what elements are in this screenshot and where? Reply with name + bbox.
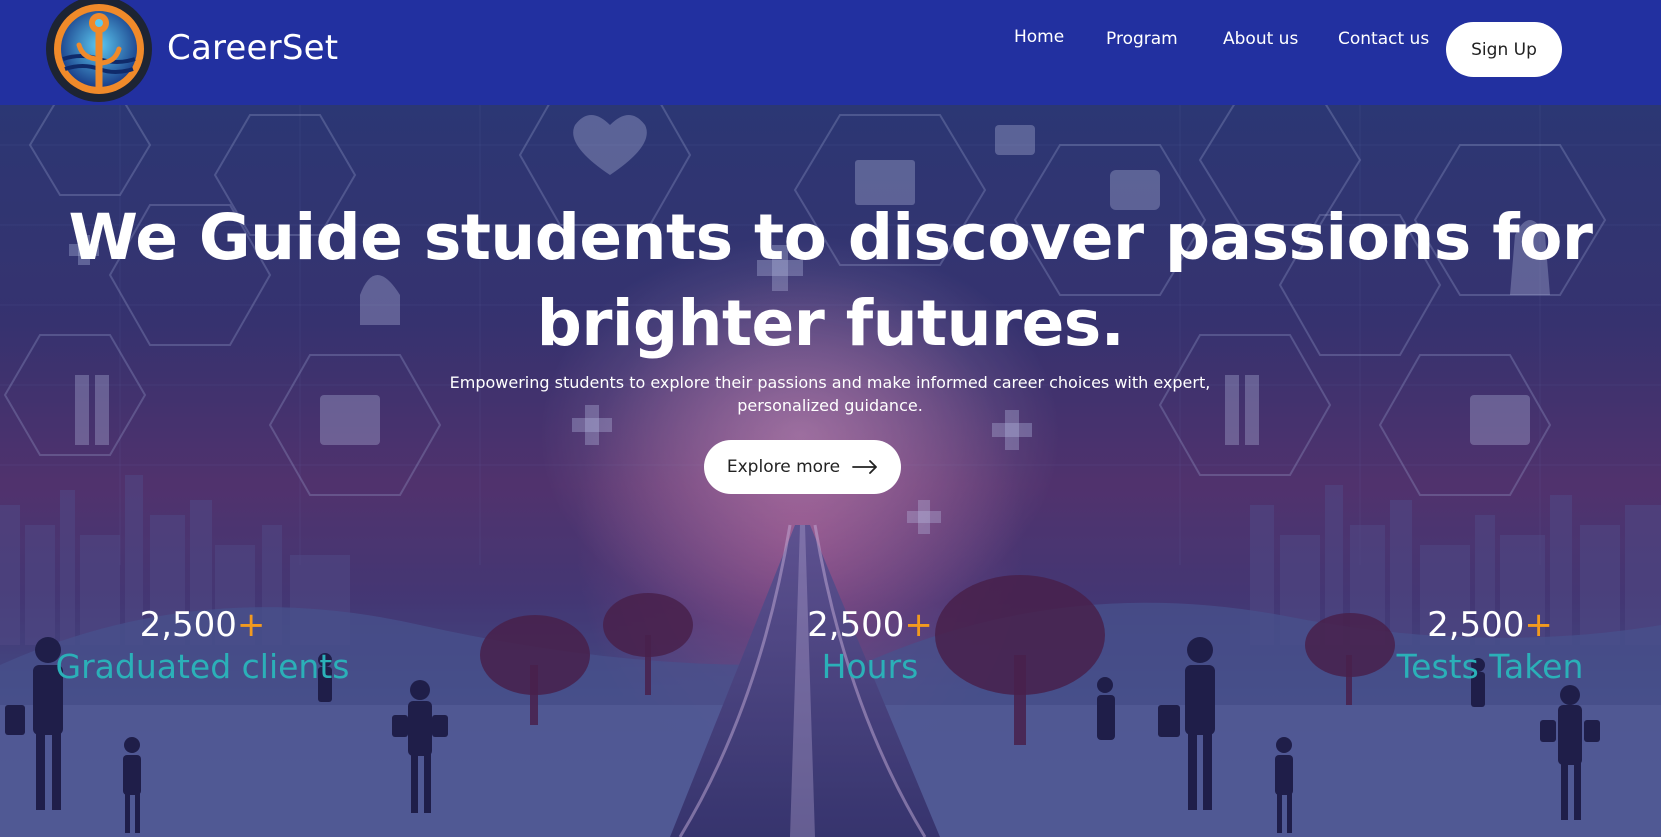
stat-plus: + bbox=[1524, 605, 1553, 645]
explore-more-button[interactable]: Explore more bbox=[704, 440, 901, 494]
hero-subtext: Empowering students to explore their pas… bbox=[380, 371, 1280, 417]
stat-number: 2,500+ bbox=[40, 605, 365, 645]
stat-tests-taken: 2,500+ Tests Taken bbox=[1380, 605, 1600, 689]
stat-value: 2,500 bbox=[1427, 605, 1525, 645]
stat-number: 2,500+ bbox=[770, 605, 970, 645]
nav-program[interactable]: Program bbox=[1106, 29, 1178, 49]
hero-subtext-line1: Empowering students to explore their pas… bbox=[449, 373, 1211, 392]
stat-hours: 2,500+ Hours bbox=[770, 605, 970, 689]
stat-label: Graduated clients bbox=[55, 647, 350, 686]
explore-more-label: Explore more bbox=[726, 457, 841, 477]
hero-headline: We Guide students to discover passions f… bbox=[0, 195, 1661, 367]
stat-label: Hours bbox=[821, 647, 919, 686]
brand-name[interactable]: CareerSet bbox=[167, 28, 338, 68]
stat-number: 2,500+ bbox=[1380, 605, 1600, 645]
nav-contact-us[interactable]: Contact us bbox=[1338, 29, 1429, 49]
sign-up-button[interactable]: Sign Up bbox=[1446, 22, 1562, 77]
stat-plus: + bbox=[904, 605, 933, 645]
site-header: CareerSet Home Program About us Contact … bbox=[0, 0, 1661, 105]
tree-logo-icon[interactable] bbox=[43, 0, 155, 105]
stat-value: 2,500 bbox=[807, 605, 905, 645]
stat-plus: + bbox=[236, 605, 266, 645]
nav-about-us[interactable]: About us bbox=[1223, 29, 1298, 49]
hero-headline-line1: We Guide students to discover passions f… bbox=[68, 201, 1593, 274]
hero-subtext-line2: personalized guidance. bbox=[737, 396, 923, 415]
hero-headline-line2: brighter futures. bbox=[536, 287, 1125, 360]
stat-label: Tests Taken bbox=[1396, 647, 1584, 686]
stat-graduated-clients: 2,500+ Graduated clients bbox=[40, 605, 365, 689]
nav-home[interactable]: Home bbox=[1014, 27, 1064, 47]
arrow-right-icon bbox=[852, 460, 878, 474]
hero-section: We Guide students to discover passions f… bbox=[0, 105, 1661, 837]
stat-value: 2,500 bbox=[139, 605, 237, 645]
